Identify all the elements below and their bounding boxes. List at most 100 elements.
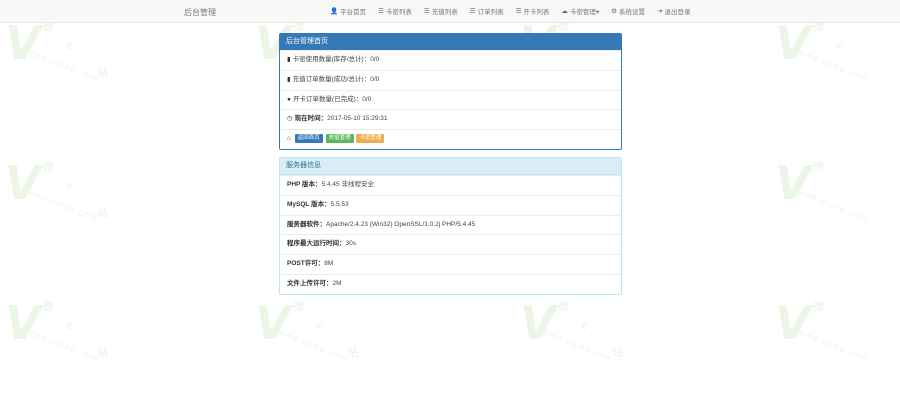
watermark: V 微 e 站 www.vioee.com	[255, 296, 358, 364]
drop-icon: ●	[287, 95, 291, 103]
watermark-url: www.vioee.com	[25, 326, 100, 364]
server-row-software: 服务器软件：Apache/2.4.23 (Win32) OpenSSL/1.0.…	[280, 214, 621, 235]
brand-link[interactable]: 后台管理	[184, 7, 216, 18]
info-value: 8M	[324, 260, 334, 268]
nav-item-card-manage-dropdown[interactable]: ☁ 卡密管理▾	[561, 0, 599, 22]
nav-item-recharge-list[interactable]: ☰ 充值列表	[424, 0, 458, 22]
list-icon: ☰	[515, 8, 522, 15]
panel-title: 服务器信息	[280, 158, 621, 175]
home-panel: 后台管理首页 ▮ 卡密使用数量(库存/总计)：0/0 ▮ 充值订单数量(成功/总计)…	[279, 33, 622, 150]
logout-icon: ⇥	[657, 8, 663, 15]
list-icon: ☰	[423, 8, 430, 15]
server-row-upload-limit: 文件上传许可：2M	[280, 273, 621, 294]
watermark: V 微 e 站 www.vioee.com	[5, 16, 108, 84]
stat-label: 现在时间：	[294, 115, 328, 123]
nav-item-order-list[interactable]: ☰ 订单列表	[470, 0, 504, 22]
bar-chart-icon: ▮	[287, 56, 291, 63]
stat-value: 0/0	[370, 56, 380, 63]
watermark-url: www.vioee.com	[795, 46, 870, 84]
info-label: 服务器软件：	[287, 220, 326, 228]
info-value: 2M	[332, 279, 342, 287]
server-row-mysql: MySQL 版本：5.5.53	[280, 194, 621, 215]
clock-icon: ◷	[287, 115, 293, 123]
watermark-letter: V	[775, 16, 811, 70]
server-row-post-limit: POST许可：8M	[280, 254, 621, 274]
stat-row-card-usage: ▮ 卡密使用数量(库存/总计)：0/0	[280, 50, 621, 70]
watermark-char: 站	[97, 207, 108, 219]
info-label: POST许可：	[287, 260, 325, 268]
watermark: V 微 e 站 www.vioee.com	[520, 300, 623, 364]
bar-chart-icon: ▮	[287, 75, 291, 83]
nav-item-card-list[interactable]: ☰ 卡密列表	[378, 0, 412, 22]
watermark-char: 站	[612, 347, 623, 359]
watermark-char: e	[67, 180, 74, 192]
info-label: 程序最大运行时间：	[287, 240, 346, 248]
watermark-url: www.vioee.com	[540, 326, 615, 364]
stat-row-open-card-orders: ● 开卡订单数量(已完成)：0/0	[280, 89, 621, 110]
nav-menu: 👤 平台首页 ☰ 卡密列表 ☰ 充值列表 ☰ 订单列表 ☰ 开卡列表 ☁ 卡密管…	[330, 0, 702, 22]
watermark-char: 站	[97, 347, 108, 359]
nav-item-label: 系统设置	[619, 9, 645, 16]
list-icon: ☰	[378, 8, 384, 15]
info-label: MySQL 版本：	[287, 200, 331, 208]
watermark-char: 微	[43, 161, 54, 173]
watermark: V 微 www.vioee.com	[775, 296, 870, 364]
nav-item-label: 开卡列表	[523, 9, 550, 16]
gear-icon: ⚙	[611, 8, 617, 15]
watermark-url: www.vioee.com	[275, 326, 350, 364]
nav-item-label: 退出登录	[664, 9, 691, 16]
info-label: PHP 版本：	[287, 181, 322, 188]
cloud-icon: ☁	[561, 8, 568, 15]
info-value: 30s	[345, 240, 356, 248]
nav-item-label: 充值列表	[431, 9, 458, 16]
watermark-char: e	[67, 40, 74, 52]
watermark-char: e	[582, 320, 589, 332]
watermark-url: www.vioee.com	[25, 186, 100, 224]
watermark-letter: V	[5, 156, 41, 210]
watermark-char: 站	[97, 67, 108, 79]
info-value: 5.5.53	[330, 200, 349, 208]
watermark: V 微 e 站 www.vioee.com	[5, 300, 108, 364]
watermark-url: www.vioee.com	[25, 46, 100, 84]
watermark-char: 微	[813, 161, 824, 173]
watermark-char: e	[837, 40, 844, 52]
watermark-char: e	[67, 320, 74, 332]
home-icon: ⌂	[287, 135, 291, 143]
watermark-char: 微	[43, 301, 54, 313]
nav-item-home[interactable]: 👤 平台首页	[330, 0, 366, 22]
nav-item-label: 平台首页	[340, 9, 367, 16]
quick-buttons-row: ⌂ 返回首页 充值管理 卡密管理	[280, 129, 621, 149]
server-row-php: PHP 版本：5.4.45 非线程安全	[280, 175, 621, 195]
panel-title: 后台管理首页	[280, 34, 621, 50]
watermark: V 微 e www.vioee.com	[775, 16, 870, 84]
nav-item-logout[interactable]: ⇥ 退出登录	[657, 0, 690, 22]
stat-value: 2017-05-10 15:29:31	[327, 115, 388, 123]
watermark-char: 站	[347, 347, 358, 359]
stat-row-recharge-orders: ▮ 充值订单数量(成功/总计)：0/0	[280, 69, 621, 90]
top-navbar: 后台管理 👤 平台首页 ☰ 卡密列表 ☰ 充值列表 ☰ 订单列表 ☰ 开卡列表 …	[0, 0, 900, 23]
watermark-letter: V	[5, 16, 41, 70]
nav-item-label: 订单列表	[477, 9, 504, 16]
watermark-char: e	[317, 320, 324, 332]
user-icon: 👤	[330, 8, 339, 15]
stat-label: 充值订单数量(成功/总计)：	[292, 75, 371, 83]
watermark-letter: V	[775, 296, 811, 350]
watermark: V 微 www.vioee.com	[775, 160, 870, 224]
back-home-button[interactable]: 返回首页	[294, 133, 323, 143]
card-manage-button[interactable]: 卡密管理	[356, 133, 385, 143]
nav-item-label: 卡密管理▾	[569, 9, 600, 16]
info-value: Apache/2.4.23 (Win32) OpenSSL/1.0.2j PHP…	[326, 220, 476, 228]
nav-item-label: 卡密列表	[385, 9, 412, 16]
watermark-url: www.vioee.com	[795, 186, 870, 224]
stat-label: 卡密使用数量(库存/总计)：	[292, 56, 371, 63]
stat-value: 0/0	[370, 75, 380, 83]
watermark-char: 微	[558, 301, 569, 313]
stat-row-current-time: ◷ 现在时间：2017-05-10 15:29:31	[280, 109, 621, 129]
watermark: V 微 e 站 www.vioee.com	[5, 156, 108, 224]
watermark-char: 微	[293, 301, 304, 313]
recharge-manage-button[interactable]: 充值管理	[325, 133, 354, 143]
nav-item-open-card-list[interactable]: ☰ 开卡列表	[516, 0, 550, 22]
nav-item-settings[interactable]: ⚙ 系统设置	[611, 0, 645, 22]
watermark-letter: V	[255, 296, 291, 350]
info-value: 5.4.45 非线程安全	[321, 181, 374, 188]
